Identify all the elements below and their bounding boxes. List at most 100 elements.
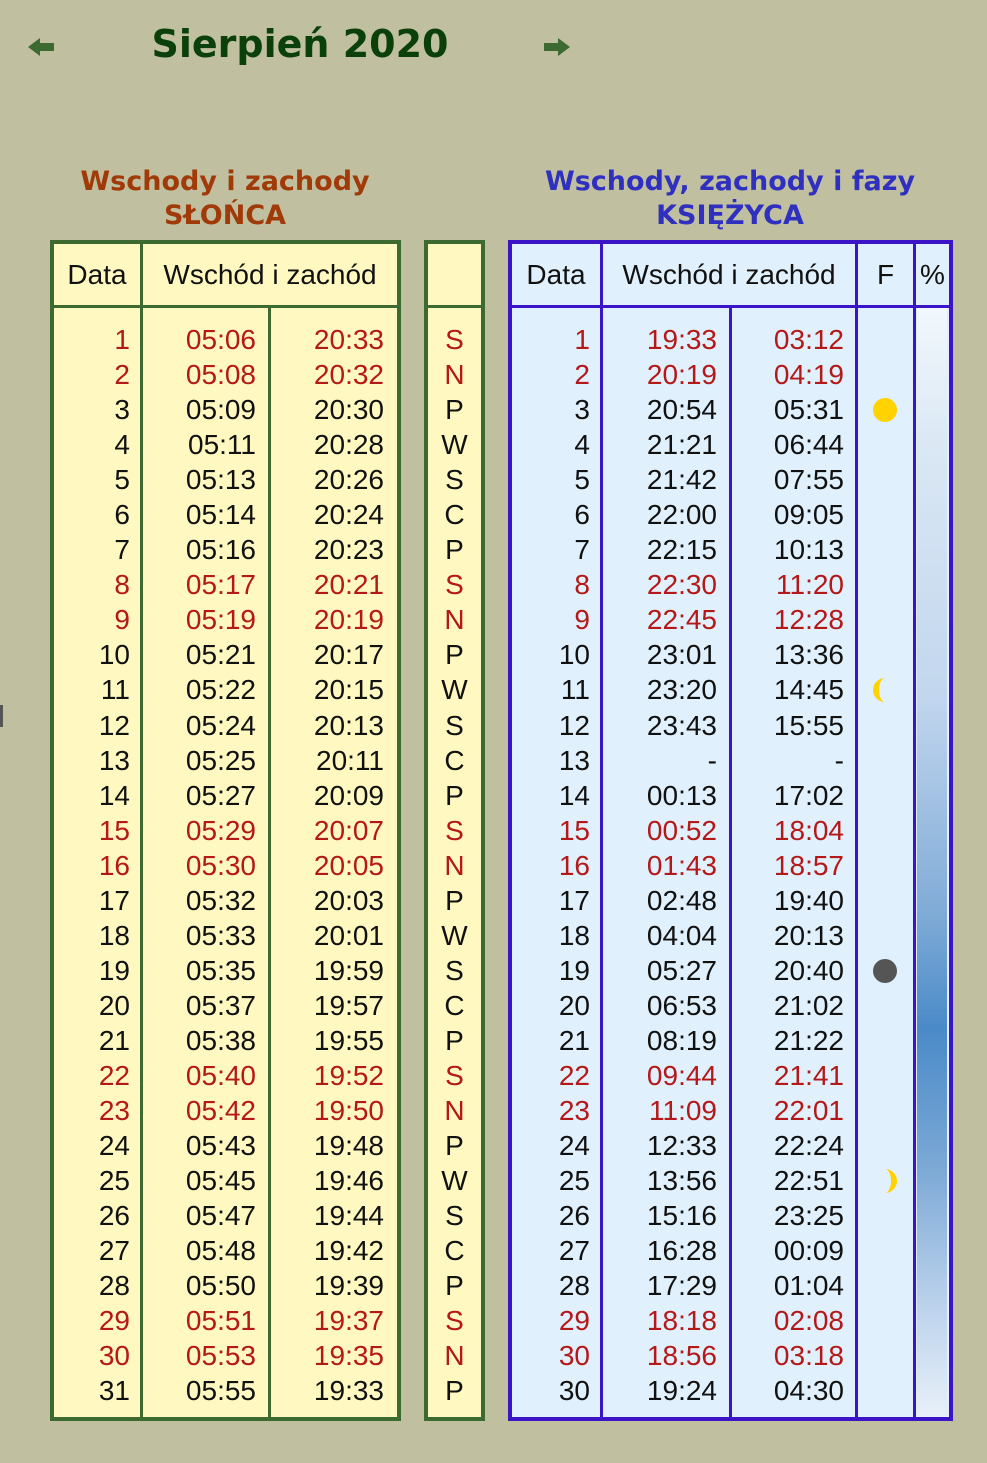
sun-set-cell: 19:44 — [313, 1200, 384, 1232]
sun-date-cell: 9 — [114, 604, 130, 636]
moon-rise-cell: 20:19 — [646, 359, 717, 391]
moon-rise-cell: 17:29 — [646, 1270, 717, 1302]
sun-rise-cell: 05:42 — [185, 1095, 256, 1127]
sun-set-cell: 20:11 — [316, 744, 384, 776]
moon-rise-cell: 02:48 — [646, 884, 717, 916]
moon-set-cell: 18:57 — [773, 849, 844, 881]
weekday-cell: N — [444, 359, 465, 391]
sun-rise-cell: 05:24 — [185, 709, 256, 741]
sun-date-cell: 7 — [114, 534, 130, 566]
prev-month-arrow-icon[interactable] — [28, 38, 54, 56]
sun-rise-cell: 05:48 — [185, 1235, 256, 1267]
moon-date-cell: 8 — [574, 569, 590, 601]
moon-rise-cell: 21:42 — [646, 464, 717, 496]
margin-mark — [0, 705, 3, 727]
moon-date-cell: 11 — [560, 674, 590, 706]
sun-set-cell: 19:55 — [313, 1024, 384, 1056]
moon-date-cell: 10 — [558, 639, 590, 671]
sun-set-cell: 20:17 — [313, 639, 384, 671]
sun-date-cell: 23 — [98, 1095, 130, 1127]
sun-set-cell: 19:46 — [313, 1165, 384, 1197]
sun-heading-line2: SŁOŃCA — [163, 200, 287, 231]
moon-date-cell: 21 — [558, 1024, 590, 1056]
sun-date-cell: 25 — [98, 1165, 130, 1197]
sun-date-cell: 29 — [98, 1305, 130, 1337]
sun-rise-cell: 05:33 — [185, 919, 256, 951]
sun-rise-cell: 05:32 — [185, 884, 256, 916]
weekday-cell: S — [445, 464, 464, 496]
weekday-cell: C — [444, 499, 465, 531]
sun-rise-cell: 05:11 — [188, 429, 256, 461]
sun-date-cell: 19 — [98, 954, 130, 986]
sun-rise-cell: 05:51 — [185, 1305, 256, 1337]
moon-rise-cell: 08:19 — [646, 1024, 717, 1056]
weekday-cell: N — [444, 1340, 465, 1372]
moon-rise-cell: 19:24 — [646, 1375, 717, 1407]
moon-rise-cell: 09:44 — [646, 1059, 717, 1091]
moon-col-phase-header: F — [876, 259, 895, 290]
sun-set-cell: 20:15 — [313, 674, 384, 706]
sun-rise-cell: 05:38 — [185, 1024, 256, 1056]
moon-date-cell: 14 — [558, 779, 590, 811]
moon-date-cell: 7 — [574, 534, 590, 566]
sun-set-cell: 19:59 — [313, 954, 384, 986]
moon-date-cell: 30 — [558, 1375, 590, 1407]
moon-set-cell: 02:08 — [773, 1305, 844, 1337]
moon-rise-cell: 05:27 — [646, 954, 717, 986]
moon-set-cell: 03:18 — [773, 1340, 844, 1372]
moon-date-cell: 18 — [558, 919, 590, 951]
next-month-arrow-icon[interactable] — [544, 38, 570, 56]
moon-date-cell: 29 — [558, 1305, 590, 1337]
moon-date-cell: 6 — [574, 499, 590, 531]
weekday-cell: P — [445, 534, 464, 566]
weekday-column: SNPWSCPSNPWSCPSNPWSCPSNPWSCPSNP — [428, 322, 481, 1408]
sun-date-column: 1 2 3 4 5 6 7 8 9 10 11 12 13 14 15 16 17 18 19 20 21 22 23 24 2… — [54, 322, 130, 1408]
moon-set-cell: 21:02 — [773, 989, 844, 1021]
sun-col-rise-set-header: Wschód i zachód — [163, 259, 377, 290]
moon-rise-cell: 21:21 — [646, 429, 717, 461]
sun-set-cell: 19:52 — [313, 1059, 384, 1091]
weekday-cell: N — [444, 604, 465, 636]
moon-set-cell: 12:28 — [773, 604, 844, 636]
sun-rise-cell: 05:40 — [185, 1059, 256, 1091]
sun-date-cell: 27 — [98, 1235, 130, 1267]
sun-set-column: 20:33 20:32 20:30 20:28 20:26 20:24 20:23 20:21… — [271, 322, 384, 1408]
moon-set-cell: 10:13 — [773, 534, 844, 566]
sun-set-cell: 20:26 — [313, 464, 384, 496]
moon-rise-cell: 23:20 — [646, 674, 717, 706]
moon-set-cell: 09:05 — [773, 499, 844, 531]
moon-set-cell: 20:40 — [773, 954, 844, 986]
sun-date-cell: 26 — [98, 1200, 130, 1232]
sun-set-cell: 20:03 — [313, 884, 384, 916]
moon-date-cell: 28 — [558, 1270, 590, 1302]
weekday-cell: S — [445, 324, 464, 355]
moon-rise-cell: 20:54 — [646, 394, 717, 426]
sun-rise-cell: 05:29 — [185, 814, 256, 846]
sun-date-cell: 2 — [114, 359, 130, 391]
moon-date-cell: 19 — [558, 954, 590, 986]
sun-set-cell: 20:01 — [313, 919, 384, 951]
sun-date-cell: 13 — [98, 744, 130, 776]
moon-set-cell: 11:20 — [776, 569, 844, 601]
moon-date-cell: 16 — [558, 849, 590, 881]
moon-date-column: 1 2 3 4 5 6 7 8 9 10 11 12 13 14 15 16 17 18 19 20 21 22 23 24 2… — [512, 322, 590, 1408]
moon-set-cell: 04:30 — [773, 1375, 844, 1407]
sun-date-cell: 8 — [114, 569, 130, 601]
sun-rise-column: 05:06 05:08 05:09 05:11 05:13 05:14 05:16 05:17… — [143, 322, 256, 1408]
sun-date-cell: 4 — [114, 429, 130, 461]
weekday-cell: W — [441, 1165, 468, 1197]
sun-date-cell: 22 — [98, 1059, 130, 1091]
weekday-cell: N — [444, 1095, 465, 1127]
sun-rise-cell: 05:27 — [185, 779, 256, 811]
sun-date-cell: 21 — [98, 1024, 130, 1056]
sun-set-cell: 20:13 — [313, 709, 384, 741]
sun-date-cell: 24 — [98, 1130, 130, 1162]
moon-set-cell: 13:36 — [773, 639, 844, 671]
sun-date-cell: 14 — [98, 779, 130, 811]
weekday-cell: S — [445, 709, 464, 741]
sun-date-cell: 6 — [114, 499, 130, 531]
moon-set-cell: 22:01 — [773, 1095, 844, 1127]
sun-date-cell: 5 — [114, 464, 130, 496]
sun-rise-cell: 05:22 — [185, 674, 256, 706]
moon-set-cell: 14:45 — [773, 674, 844, 706]
